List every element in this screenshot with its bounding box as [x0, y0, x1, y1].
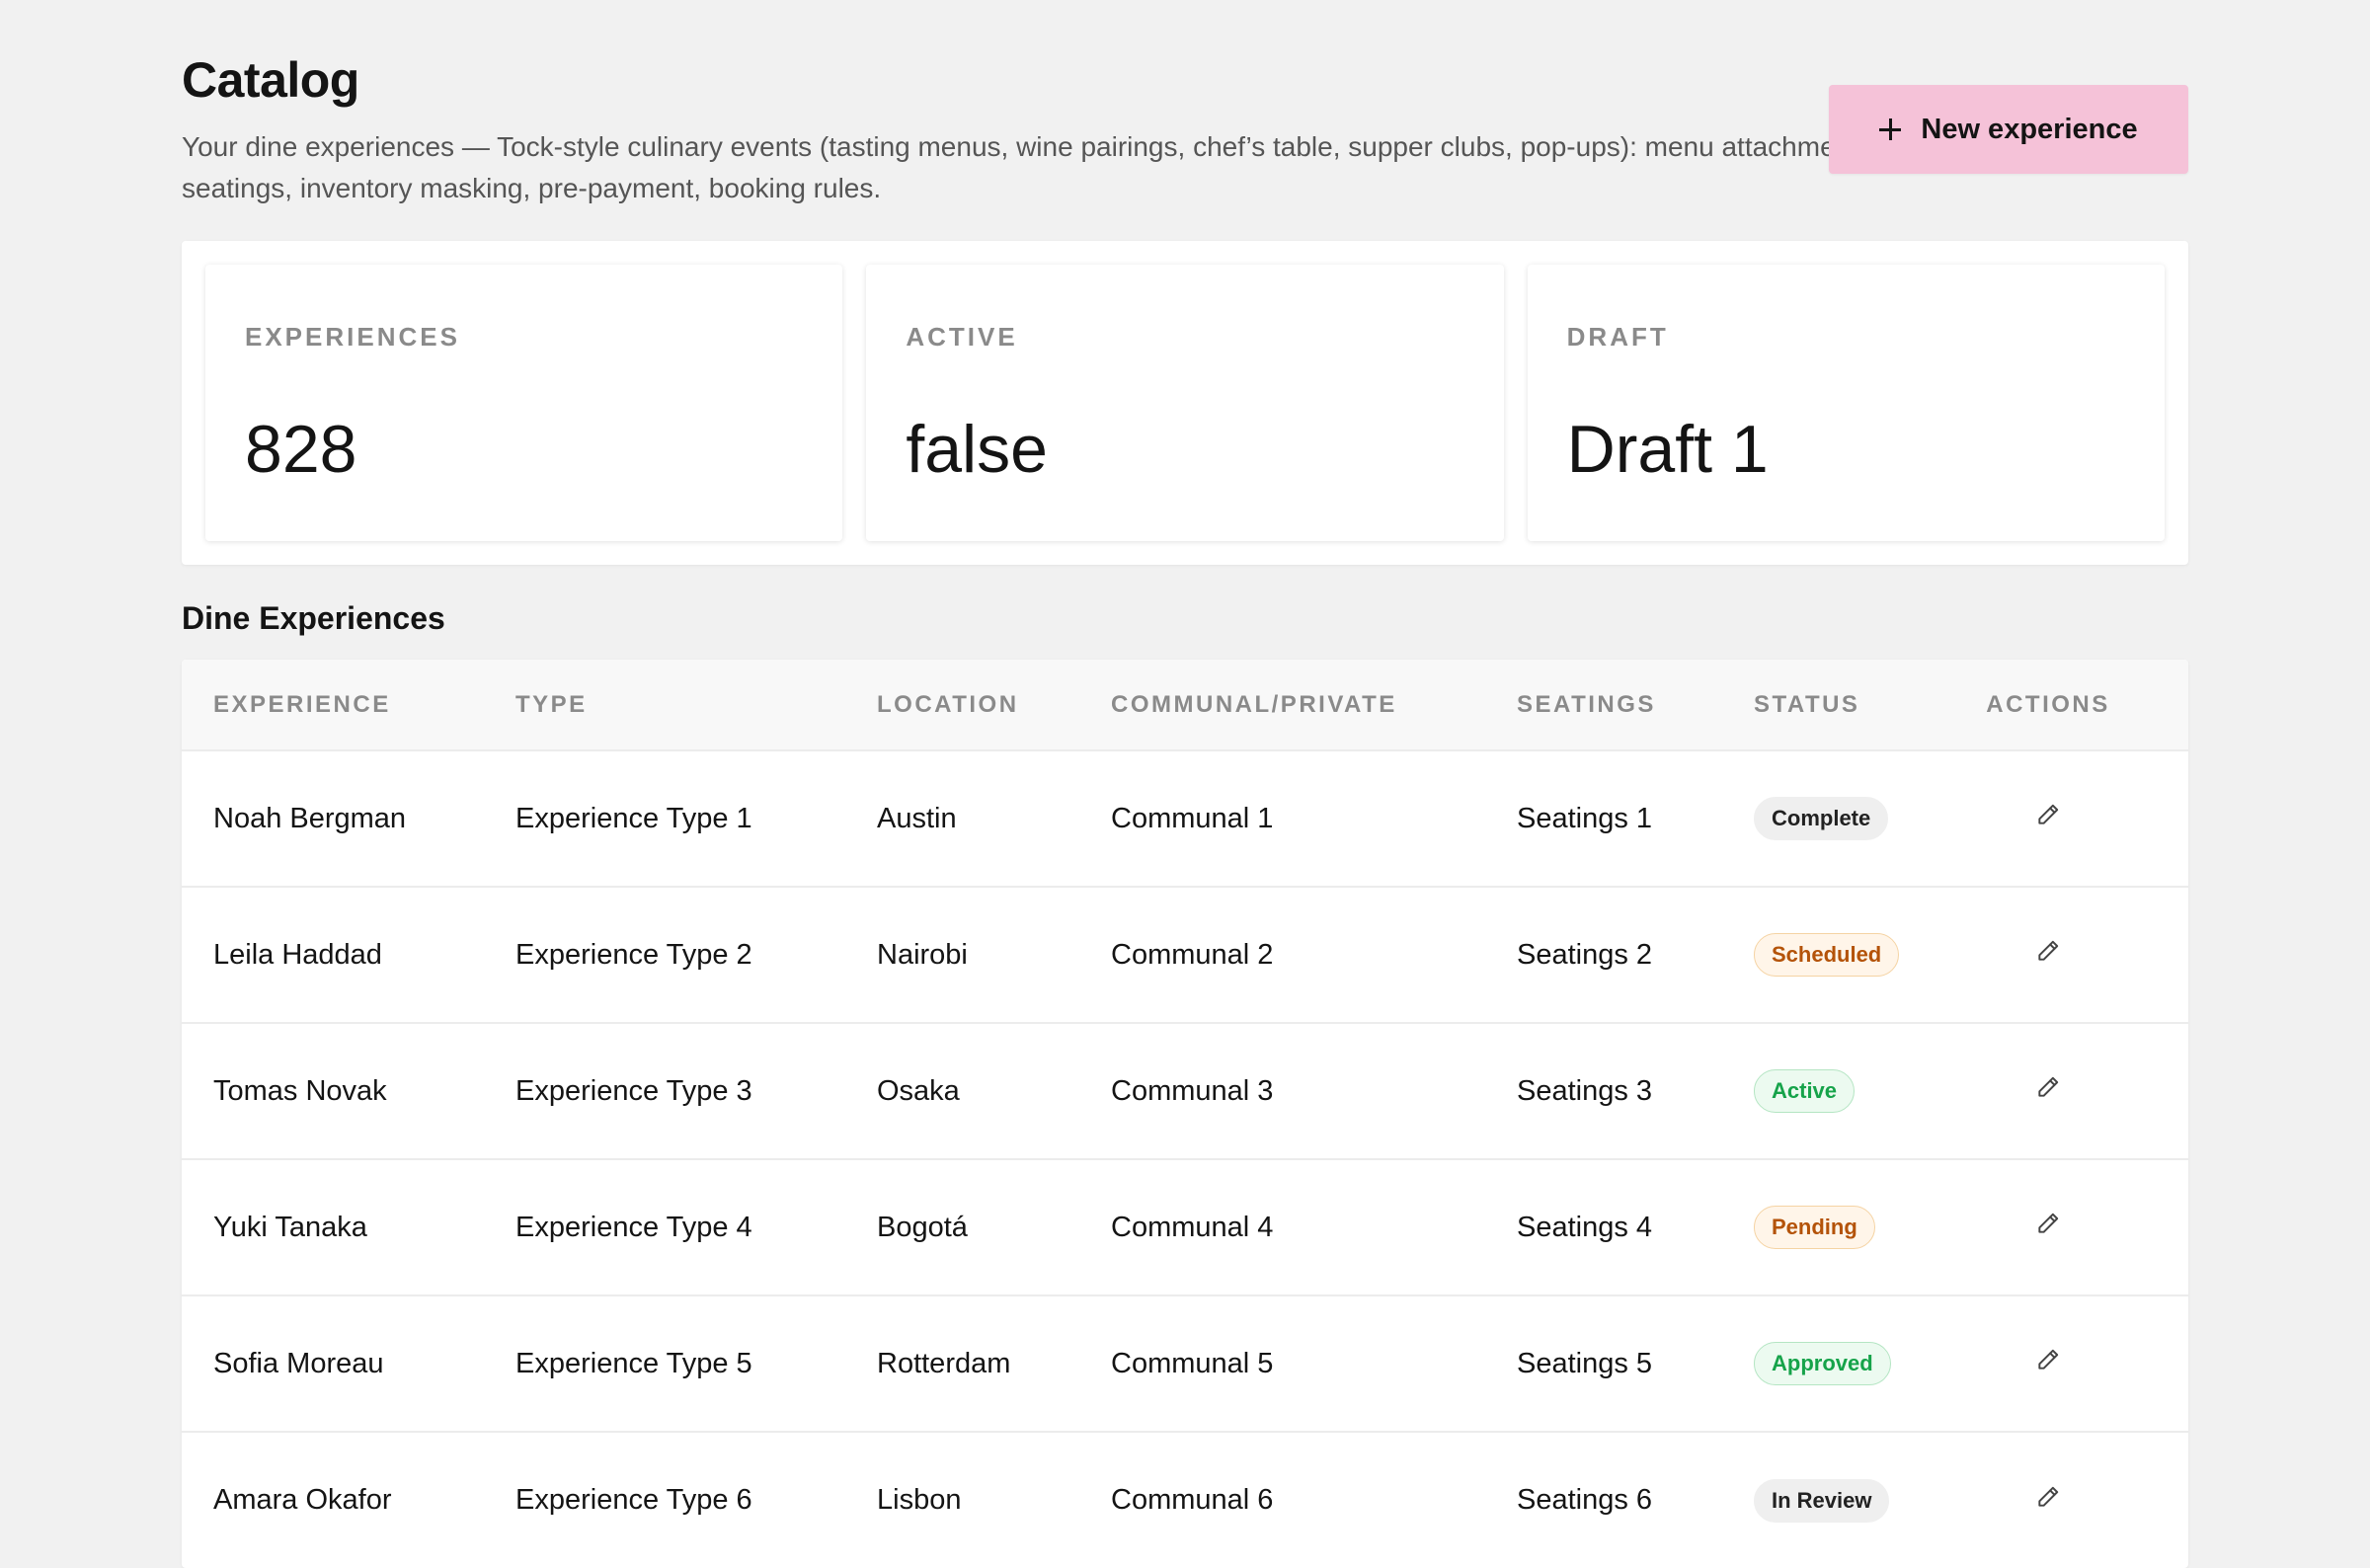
experience-cell: Yuki Tanaka [213, 1211, 367, 1243]
stat-label: EXPERIENCES [245, 322, 460, 352]
seatings-cell: Seatings 5 [1517, 1347, 1653, 1379]
communal-cell: Communal 6 [1111, 1484, 1274, 1516]
communal-cell: Communal 4 [1111, 1211, 1274, 1243]
stat-label: DRAFT [1566, 322, 1669, 352]
status-badge: Active [1754, 1069, 1856, 1113]
actions-cell [1967, 1159, 2188, 1295]
edit-button[interactable] [2028, 1071, 2068, 1111]
experience-cell: Sofia Moreau [213, 1347, 384, 1379]
status-badge: Complete [1754, 797, 1889, 840]
stat-label: ACTIVE [906, 322, 1018, 352]
status-cell: Complete [1722, 750, 1967, 887]
table-row[interactable]: Yuki Tanaka Experience Type 4 Bogotá Commun… [182, 1159, 2188, 1295]
pencil-icon [2035, 802, 2061, 835]
catalog-page: Catalog Your dine experiences — Tock-sty… [182, 0, 2188, 1568]
new-experience-label: New experience [1921, 113, 2138, 145]
status-cell: Pending [1722, 1159, 1967, 1295]
column-header-status[interactable]: STATUS [1722, 660, 1967, 750]
status-badge: Pending [1754, 1206, 1875, 1249]
column-header-communal-private[interactable]: COMMUNAL/PRIVATE [1079, 660, 1485, 750]
table-row[interactable]: Sofia Moreau Experience Type 5 Rotterdam Co… [182, 1295, 2188, 1432]
location-cell: Nairobi [877, 938, 968, 971]
experience-cell: Noah Bergman [213, 802, 407, 834]
status-cell: Approved [1722, 1295, 1967, 1432]
communal-cell: Communal 5 [1111, 1347, 1274, 1379]
table-header-row: EXPERIENCE TYPE LOCATION COMMUNAL/PRIVAT… [182, 660, 2188, 750]
actions-cell [1967, 750, 2188, 887]
status-cell: In Review [1722, 1432, 1967, 1568]
table-row[interactable]: Leila Haddad Experience Type 2 Nairobi Comm… [182, 887, 2188, 1023]
pencil-icon [2035, 938, 2061, 972]
pencil-icon [2035, 1484, 2061, 1518]
seatings-cell: Seatings 4 [1517, 1211, 1653, 1243]
stats-panel: EXPERIENCES 828 ACTIVE false DRAFT Draft… [182, 241, 2188, 565]
type-cell: Experience Type 5 [515, 1347, 752, 1379]
table-row[interactable]: Amara Okafor Experience Type 6 Lisbon Commu… [182, 1432, 2188, 1568]
experience-cell: Amara Okafor [213, 1484, 392, 1516]
stat-value: false [906, 412, 1048, 487]
actions-cell [1967, 1023, 2188, 1159]
location-cell: Bogotá [877, 1211, 968, 1243]
table-row[interactable]: Tomas Novak Experience Type 3 Osaka Communa… [182, 1023, 2188, 1159]
type-cell: Experience Type 2 [515, 938, 752, 971]
experience-cell: Tomas Novak [213, 1074, 387, 1107]
status-badge: In Review [1754, 1478, 1890, 1523]
column-header-seatings[interactable]: SEATINGS [1485, 660, 1722, 750]
stat-card-active: ACTIVE false [866, 265, 1504, 541]
page-title: Catalog [182, 52, 359, 108]
column-header-experience[interactable]: EXPERIENCE [182, 660, 484, 750]
seatings-cell: Seatings 1 [1517, 802, 1653, 834]
communal-cell: Communal 3 [1111, 1074, 1274, 1107]
stat-value: Draft 1 [1566, 412, 1769, 487]
page-subtitle: Your dine experiences — Tock-style culin… [182, 131, 1866, 203]
edit-button[interactable] [2028, 935, 2068, 975]
edit-button[interactable] [2028, 1208, 2068, 1247]
actions-cell [1967, 1432, 2188, 1568]
edit-button[interactable] [2028, 1344, 2068, 1383]
edit-button[interactable] [2028, 799, 2068, 838]
column-header-actions: ACTIONS [1986, 690, 2110, 718]
stat-value: 828 [245, 412, 357, 487]
column-header-location[interactable]: LOCATION [845, 660, 1079, 750]
page-header: Catalog Your dine experiences — Tock-sty… [182, 0, 2188, 241]
status-cell: Scheduled [1722, 887, 1967, 1023]
seatings-cell: Seatings 3 [1517, 1074, 1653, 1107]
pencil-icon [2035, 1074, 2061, 1108]
stat-card-experiences: EXPERIENCES 828 [205, 265, 843, 541]
stat-card-draft: DRAFT Draft 1 [1527, 265, 2165, 541]
location-cell: Rotterdam [877, 1347, 1011, 1379]
new-experience-button[interactable]: New experience [1829, 85, 2188, 174]
seatings-cell: Seatings 6 [1517, 1484, 1653, 1516]
pencil-icon [2035, 1211, 2061, 1244]
location-cell: Osaka [877, 1074, 960, 1107]
seatings-cell: Seatings 2 [1517, 938, 1653, 971]
communal-cell: Communal 1 [1111, 802, 1274, 834]
location-cell: Austin [877, 802, 957, 834]
status-cell: Active [1722, 1023, 1967, 1159]
pencil-icon [2035, 1347, 2061, 1380]
experiences-table: EXPERIENCE TYPE LOCATION COMMUNAL/PRIVAT… [182, 660, 2188, 1568]
location-cell: Lisbon [877, 1484, 962, 1516]
column-header-type[interactable]: TYPE [484, 660, 845, 750]
type-cell: Experience Type 4 [515, 1211, 752, 1243]
type-cell: Experience Type 1 [515, 802, 752, 834]
plus-icon [1879, 118, 1902, 140]
type-cell: Experience Type 6 [515, 1484, 752, 1516]
status-badge: Approved [1754, 1342, 1891, 1385]
communal-cell: Communal 2 [1111, 938, 1274, 971]
actions-cell [1967, 1295, 2188, 1432]
type-cell: Experience Type 3 [515, 1074, 752, 1107]
experience-cell: Leila Haddad [213, 938, 382, 971]
actions-cell [1967, 887, 2188, 1023]
edit-button[interactable] [2028, 1481, 2068, 1521]
status-badge: Scheduled [1754, 933, 1900, 977]
section-title: Dine Experiences [182, 600, 445, 636]
table-row[interactable]: Noah Bergman Experience Type 1 Austin Commu… [182, 750, 2188, 887]
